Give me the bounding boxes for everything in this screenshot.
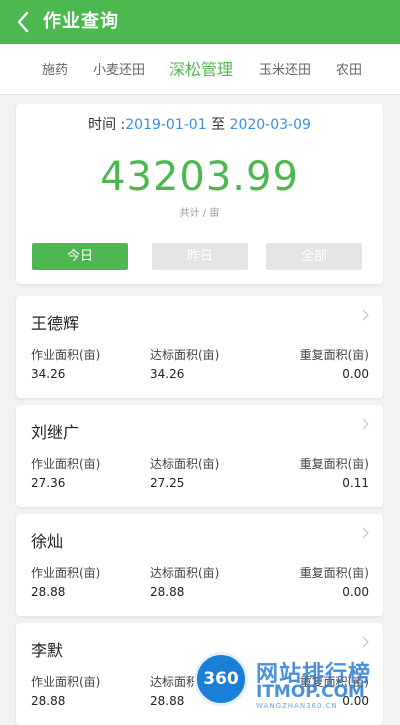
tab-spraying[interactable]: 施药 <box>42 44 68 94</box>
repeat-area-label: 重复面积(亩) <box>299 566 369 580</box>
standard-area-label: 达标面积(亩) <box>150 348 220 362</box>
work-area-label: 作业面积(亩) <box>31 348 101 362</box>
back-button[interactable] <box>10 8 36 36</box>
chevron-right-icon <box>362 309 369 321</box>
work-area-label: 作业面积(亩) <box>31 457 101 471</box>
top-bar: 作业查询 <box>0 0 400 44</box>
time-range: 时间 :2019-01-01 至 2020-03-09 <box>16 114 383 134</box>
work-area-value: 28.88 <box>31 585 66 599</box>
page-title: 作业查询 <box>43 11 119 32</box>
standard-area-value: 28.88 <box>150 694 185 708</box>
tab-farmland[interactable]: 农田 <box>336 44 362 94</box>
filter-today-button[interactable]: 今日 <box>32 243 128 270</box>
operator-name: 王德辉 <box>31 314 80 333</box>
operator-name: 刘继广 <box>31 423 80 442</box>
tab-subsoiling[interactable]: 深松管理 <box>169 44 233 94</box>
work-area-label: 作业面积(亩) <box>31 566 101 580</box>
standard-area-label: 达标面积(亩) <box>150 566 220 580</box>
chevron-right-icon <box>362 418 369 430</box>
total-area: 43203.99 <box>100 154 299 200</box>
operator-name: 徐灿 <box>31 532 64 551</box>
record-card[interactable]: 李默 作业面积(亩) 达标面积(亩) 重复面积(亩) 28.88 28.88 0… <box>16 623 383 725</box>
time-label: 时间 : <box>88 117 126 133</box>
chevron-right-icon <box>362 636 369 648</box>
range-separator: 至 <box>206 117 230 133</box>
standard-area-value: 27.25 <box>150 476 185 490</box>
tab-corn-return[interactable]: 玉米还田 <box>259 44 311 94</box>
repeat-area-value: 0.00 <box>342 585 369 599</box>
operator-name: 李默 <box>31 641 64 660</box>
repeat-area-value: 0.00 <box>342 694 369 708</box>
total-unit: 共计 / 亩 <box>179 208 220 219</box>
standard-area-value: 28.88 <box>150 585 185 599</box>
chevron-right-icon <box>362 527 369 539</box>
category-tabs: 施药 小麦还田 深松管理 玉米还田 农田 <box>0 44 400 95</box>
standard-area-label: 达标面积(亩) <box>150 457 220 471</box>
repeat-area-label: 重复面积(亩) <box>299 348 369 362</box>
repeat-area-label: 重复面积(亩) <box>299 457 369 471</box>
standard-area-label: 达标面积(亩) <box>150 675 220 689</box>
record-card[interactable]: 王德辉 作业面积(亩) 达标面积(亩) 重复面积(亩) 34.26 34.26 … <box>16 296 383 398</box>
work-area-value: 28.88 <box>31 694 66 708</box>
repeat-area-label: 重复面积(亩) <box>299 675 369 689</box>
work-area-value: 34.26 <box>31 367 66 381</box>
record-card[interactable]: 刘继广 作业面积(亩) 达标面积(亩) 重复面积(亩) 27.36 27.25 … <box>16 405 383 507</box>
repeat-area-value: 0.00 <box>342 367 369 381</box>
summary-card: 时间 :2019-01-01 至 2020-03-09 43203.99 共计 … <box>16 104 383 284</box>
standard-area-value: 34.26 <box>150 367 185 381</box>
work-area-label: 作业面积(亩) <box>31 675 101 689</box>
end-date[interactable]: 2020-03-09 <box>230 117 311 133</box>
tab-wheat-return[interactable]: 小麦还田 <box>93 44 145 94</box>
filter-all-button[interactable]: 全部 <box>266 243 362 270</box>
record-card[interactable]: 徐灿 作业面积(亩) 达标面积(亩) 重复面积(亩) 28.88 28.88 0… <box>16 514 383 616</box>
chevron-left-icon <box>17 11 29 33</box>
work-area-value: 27.36 <box>31 476 66 490</box>
start-date[interactable]: 2019-01-01 <box>125 117 206 133</box>
repeat-area-value: 0.11 <box>342 476 369 490</box>
filter-yesterday-button[interactable]: 昨日 <box>152 243 248 270</box>
